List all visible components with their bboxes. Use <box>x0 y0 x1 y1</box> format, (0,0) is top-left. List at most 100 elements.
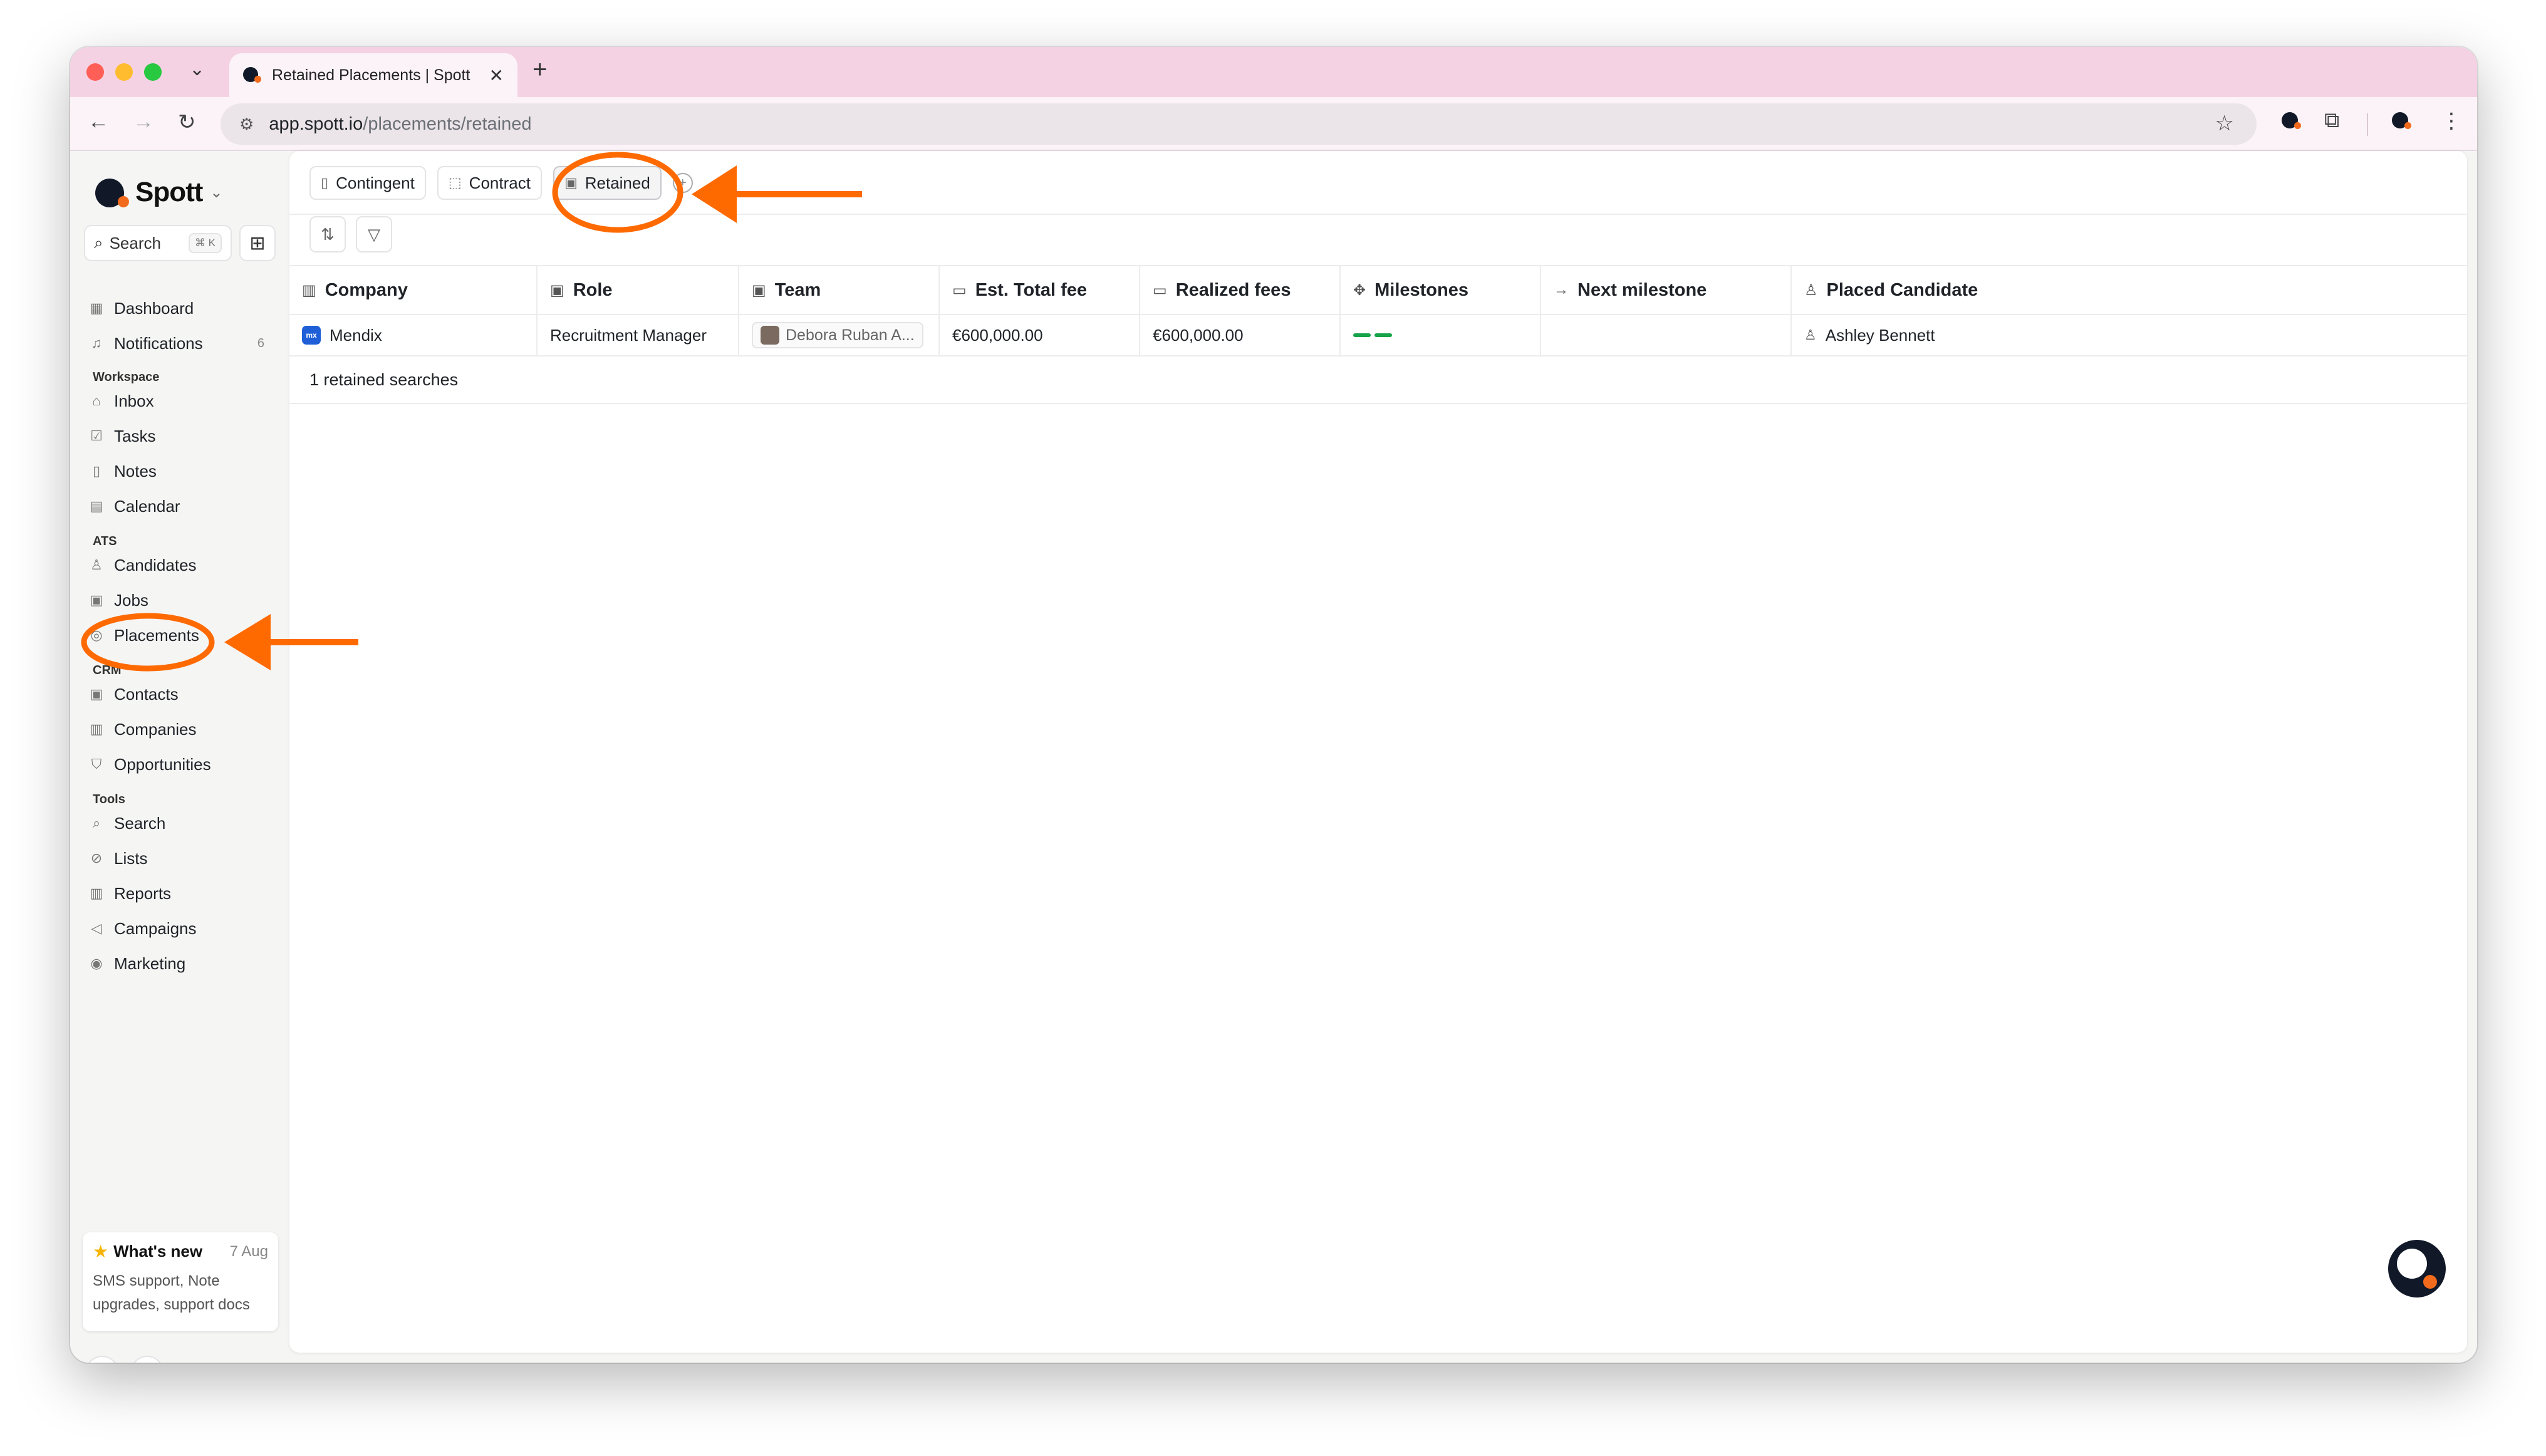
cell-team[interactable]: Debora Ruban A... <box>739 315 940 355</box>
column-header-company[interactable]: ▥ Company <box>289 266 538 314</box>
sidebar-item-label: Candidates <box>114 555 197 575</box>
tab-retained[interactable]: ▣ Retained <box>553 166 662 200</box>
workspace-switcher[interactable]: Spott ⌄ <box>93 175 223 210</box>
link-button[interactable]: ⚭ <box>85 1356 119 1363</box>
close-tab-icon[interactable]: ✕ <box>489 65 504 86</box>
help-button[interactable]: ? <box>130 1356 164 1363</box>
milestones-icon: ✥ <box>1353 281 1366 299</box>
main-content: ▯ Contingent ⬚ Contract ▣ Retained + ⇅ ▽… <box>289 151 2467 1353</box>
browser-tab[interactable]: Retained Placements | Spott ✕ <box>229 53 517 97</box>
whats-new-body: SMS support, Note upgrades, support docs <box>93 1272 250 1313</box>
section-crm: CRM <box>93 663 122 677</box>
column-label: Milestones <box>1374 279 1468 300</box>
sidebar-item-placements[interactable]: ◎ Placements <box>89 621 277 650</box>
browser-tabstrip: ⌄ Retained Placements | Spott ✕ + <box>70 47 2477 97</box>
maximize-window-button[interactable] <box>144 63 162 81</box>
sidebar-item-inbox[interactable]: ⌂ Inbox <box>89 387 277 415</box>
note-icon: ▯ <box>92 463 101 479</box>
new-tab-plus-icon[interactable]: + <box>533 56 547 84</box>
sidebar-item-search[interactable]: ⌕ Search <box>89 809 277 838</box>
column-header-est-total-fee[interactable]: ▭ Est. Total fee <box>940 266 1140 314</box>
building-icon: ▥ <box>90 721 103 737</box>
filter-button[interactable]: ▽ <box>356 216 392 252</box>
column-header-milestones[interactable]: ✥ Milestones <box>1341 266 1541 314</box>
cell-realized-fees[interactable]: €600,000.00 <box>1140 315 1341 355</box>
search-label: Search <box>109 233 161 252</box>
section-workspace: Workspace <box>93 370 160 384</box>
column-header-next-milestone[interactable]: → Next milestone <box>1541 266 1792 314</box>
sidebar-item-calendar[interactable]: ▤ Calendar <box>89 492 277 521</box>
sidebar-item-opportunities[interactable]: ⛉ Opportunities <box>89 750 277 779</box>
cell-milestones[interactable] <box>1341 315 1541 355</box>
team-member-name: Debora Ruban A... <box>786 326 915 344</box>
assistant-launcher-button[interactable] <box>2388 1240 2446 1297</box>
forward-arrow-icon[interactable]: → <box>133 110 154 134</box>
sidebar-item-contacts[interactable]: ▣ Contacts <box>89 680 277 709</box>
browser-menu-icon[interactable]: ⋮ <box>2441 108 2462 133</box>
document-icon: ▯ <box>321 175 329 190</box>
assistant-logo-icon <box>2397 1249 2427 1279</box>
sidebar: Spott ⌄ ⌕ Search ⌘ K ⊞ ▦ Dashboard ♫ Not… <box>70 151 289 1363</box>
target-icon: ◉ <box>90 955 103 971</box>
cell-est-total-fee[interactable]: €600,000.00 <box>940 315 1140 355</box>
sidebar-item-label: Opportunities <box>114 754 211 774</box>
sidebar-item-companies[interactable]: ▥ Companies <box>89 715 277 744</box>
profile-avatar-icon[interactable] <box>2392 111 2416 135</box>
extensions-puzzle-icon[interactable]: ⧉ <box>2324 108 2339 133</box>
sort-arrows-icon: ⇅ <box>321 224 335 244</box>
column-header-realized-fees[interactable]: ▭ Realized fees <box>1140 266 1341 314</box>
sidebar-item-notes[interactable]: ▯ Notes <box>89 457 277 486</box>
person-icon: ♙ <box>90 557 103 573</box>
sidebar-item-candidates[interactable]: ♙ Candidates <box>89 551 277 580</box>
tab-contingent[interactable]: ▯ Contingent <box>309 166 426 200</box>
money-icon: ▭ <box>1153 281 1167 299</box>
cell-role[interactable]: Recruitment Manager <box>538 315 739 355</box>
sidebar-search[interactable]: ⌕ Search ⌘ K <box>84 225 232 261</box>
dashboard-icon: ▦ <box>90 300 103 316</box>
cell-next-milestone[interactable] <box>1541 315 1792 355</box>
column-header-team[interactable]: ▣ Team <box>739 266 940 314</box>
sidebar-item-marketing[interactable]: ◉ Marketing <box>89 949 277 978</box>
address-bar[interactable]: ⚙ app.spott.io /placements/retained ☆ <box>221 103 2257 145</box>
tab-search-chevron-icon[interactable]: ⌄ <box>189 58 205 80</box>
close-window-button[interactable] <box>86 63 104 81</box>
cell-company[interactable]: mx Mendix <box>289 315 538 355</box>
reload-icon[interactable]: ↻ <box>178 110 196 135</box>
sidebar-item-jobs[interactable]: ▣ Jobs <box>89 586 277 615</box>
building-icon: ▥ <box>302 281 316 299</box>
plus-icon: + <box>678 175 687 190</box>
sidebar-item-dashboard[interactable]: ▦ Dashboard <box>89 294 277 323</box>
sidebar-item-reports[interactable]: ▥ Reports <box>89 879 277 908</box>
url-host: app.spott.io <box>269 113 363 134</box>
sidebar-item-label: Search <box>114 813 166 833</box>
whats-new-card[interactable]: ★ What's new 7 Aug SMS support, Note upg… <box>83 1232 278 1331</box>
add-view-button[interactable]: + <box>672 173 693 193</box>
checkbox-icon: ☑ <box>90 428 103 444</box>
cell-placed-candidate[interactable]: ♙ Ashley Bennett <box>1792 315 2467 355</box>
column-label: Est. Total fee <box>975 279 1088 300</box>
sidebar-item-label: Marketing <box>114 954 186 973</box>
minimize-window-button[interactable] <box>115 63 133 81</box>
sidebar-item-lists[interactable]: ⊘ Lists <box>89 844 277 873</box>
column-header-role[interactable]: ▣ Role <box>538 266 739 314</box>
sidebar-item-label: Notes <box>114 461 157 481</box>
column-label: Realized fees <box>1175 279 1291 300</box>
sidebar-item-notifications[interactable]: ♫ Notifications 6 <box>89 329 277 358</box>
table-row[interactable]: mx Mendix Recruitment Manager Debora Rub… <box>289 315 2467 356</box>
whats-new-date: 7 Aug <box>229 1242 268 1260</box>
sidebar-item-label: Dashboard <box>114 298 194 318</box>
team-member-chip[interactable]: Debora Ruban A... <box>752 322 923 348</box>
section-tools: Tools <box>93 793 125 806</box>
tab-contract[interactable]: ⬚ Contract <box>437 166 542 200</box>
bookmark-star-icon[interactable]: ☆ <box>2215 111 2234 136</box>
column-header-placed-candidate[interactable]: ♙ Placed Candidate <box>1792 266 2467 314</box>
site-settings-icon[interactable]: ⚙ <box>239 115 254 134</box>
sidebar-item-campaigns[interactable]: ◁ Campaigns <box>89 914 277 943</box>
spott-extension-icon[interactable] <box>2282 111 2305 135</box>
content-divider <box>289 214 2467 215</box>
back-arrow-icon[interactable]: ← <box>88 110 109 134</box>
placed-candidate-name: Ashley Bennett <box>1825 325 1935 345</box>
sidebar-item-tasks[interactable]: ☑ Tasks <box>89 422 277 450</box>
new-item-button[interactable]: ⊞ <box>239 225 276 261</box>
sort-button[interactable]: ⇅ <box>309 216 346 252</box>
